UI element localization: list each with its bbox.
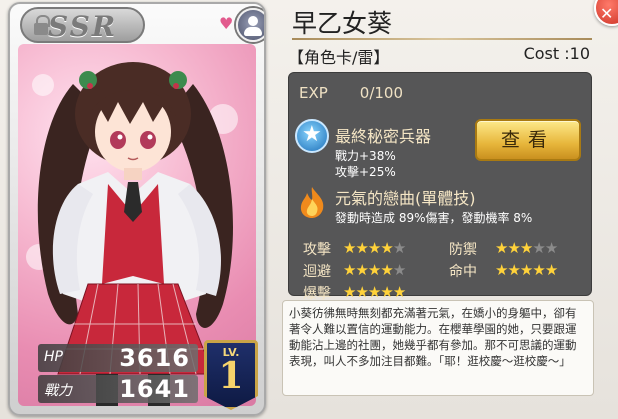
star-filled-icon: ★ (355, 239, 368, 257)
power-label: 戰力 (44, 383, 72, 399)
stats-grid: 攻擊 ★★★★★ 防禦 ★★★★★ 迴避 ★★★★★ 命中 ★★★★★ 爆擊 ★… (299, 239, 589, 302)
card-header: SSR ♥ (10, 4, 264, 44)
character-card[interactable]: SSR ♥ HP 3616 戰力 1641 LV. 1 (8, 2, 266, 416)
star-filled-icon: ★ (367, 283, 381, 301)
card-type: 【角色卡/雷】 (288, 48, 390, 67)
star-filled-icon: ★ (367, 261, 381, 279)
hp-value: 3616 (119, 344, 190, 372)
hp-plate: HP 3616 (38, 344, 198, 372)
star-empty-icon: ★ (392, 261, 406, 279)
exp-label: EXP (299, 84, 328, 102)
star-filled-icon: ★ (343, 239, 356, 257)
stat-stars: ★★★★★ (343, 239, 406, 257)
view-button[interactable]: 查看 (475, 119, 581, 161)
exp-value: 0/100 (359, 84, 404, 102)
stat-label: 命中 (449, 264, 477, 280)
star-filled-icon: ★ (380, 239, 393, 257)
active-skill-desc: 發動時造成 89%傷害，發動機率 8% (335, 211, 533, 225)
star-filled-icon: ★ (495, 261, 508, 279)
star-shield-icon: ★ (295, 119, 329, 153)
exp-row: EXP 0/100 (299, 84, 403, 102)
passive-skill-name: 最終秘密兵器 (335, 127, 432, 146)
star-filled-icon: ★ (380, 261, 393, 279)
star-empty-icon: ★ (392, 239, 406, 257)
star-filled-icon: ★ (392, 283, 406, 301)
character-description: 小葵彷彿無時無刻都充滿著元氣，在嬌小的身軀中，卻有著令人難以置信的運動能力。在櫻… (282, 300, 594, 396)
lock-icon[interactable] (34, 15, 50, 35)
star-filled-icon: ★ (519, 261, 533, 279)
level-value: 1 (218, 355, 244, 397)
stat-label: 攻擊 (303, 242, 331, 258)
stat-label: 防禦 (449, 242, 477, 258)
star-filled-icon: ★ (532, 261, 545, 279)
hp-label: HP (44, 349, 63, 365)
star-filled-icon: ★ (355, 261, 368, 279)
star-filled-icon: ★ (507, 261, 520, 279)
detail-box: EXP 0/100 ★ 最終秘密兵器 戰力+38% 攻擊+25% 查看 元氣的戀… (288, 72, 592, 302)
star-filled-icon: ★ (519, 239, 533, 257)
star-filled-icon: ★ (367, 239, 381, 257)
star-filled-icon: ★ (355, 283, 368, 301)
star-empty-icon: ★ (532, 239, 545, 257)
cost-label: Cost :10 (523, 44, 590, 63)
star-filled-icon: ★ (343, 283, 356, 301)
star-filled-icon: ★ (544, 261, 558, 279)
level-badge: LV. 1 (204, 340, 258, 410)
stat-label: 迴避 (303, 264, 331, 280)
info-panel: 早乙女葵 ✕ 【角色卡/雷】 Cost :10 EXP 0/100 ★ 最終秘密… (274, 0, 618, 419)
active-skill-name: 元氣的戀曲(單體技) (335, 189, 476, 208)
power-value: 1641 (119, 375, 190, 403)
divider (292, 38, 592, 40)
stat-stars: ★★★★★ (495, 239, 558, 257)
power-plate: 戰力 1641 (38, 375, 198, 403)
flame-icon (300, 187, 324, 218)
character-name: 早乙女葵 (292, 9, 393, 38)
close-icon: ✕ (600, 4, 614, 23)
rarity-label: SSR (48, 10, 118, 43)
stat-stars: ★★★★★ (343, 261, 406, 279)
star-filled-icon: ★ (380, 283, 393, 301)
stat-stars: ★★★★★ (343, 283, 406, 301)
stat-stars: ★★★★★ (495, 261, 558, 279)
rarity-badge: SSR (20, 7, 145, 43)
close-button[interactable]: ✕ (594, 0, 618, 26)
profile-icon[interactable] (236, 8, 264, 42)
passive-skill-stat: 攻擊+25% (335, 165, 396, 179)
star-filled-icon: ★ (507, 239, 520, 257)
star-filled-icon: ★ (495, 239, 508, 257)
star-empty-icon: ★ (544, 239, 558, 257)
star-filled-icon: ★ (343, 261, 356, 279)
heart-icon: ♥ (219, 14, 234, 33)
passive-skill-stat: 戰力+38% (335, 149, 396, 163)
